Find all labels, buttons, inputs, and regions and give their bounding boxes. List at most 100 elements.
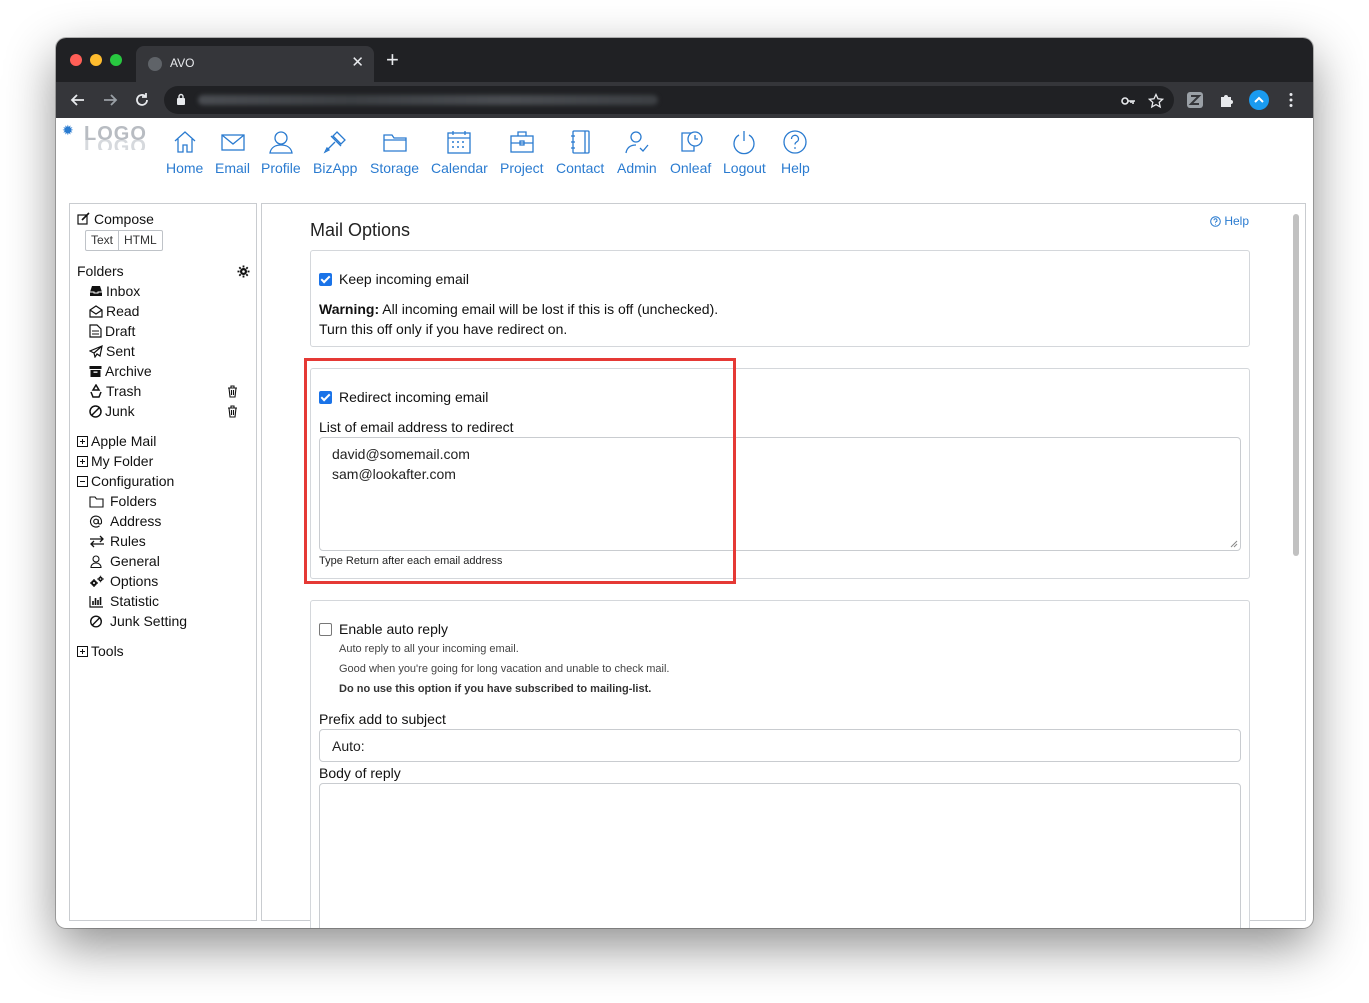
sent-icon (89, 344, 103, 358)
folder-settings-gear-icon[interactable] (237, 265, 250, 278)
auto-reply-card: Enable auto reply Auto reply to all your… (310, 600, 1250, 928)
mail-options-panel: Mail Options Help Keep incoming email Wa… (261, 203, 1306, 928)
keep-email-checkbox[interactable] (319, 272, 332, 286)
nav-onleaf-label: Onleaf (670, 160, 712, 176)
keep-email-row[interactable]: Keep incoming email (319, 271, 469, 287)
compose-link[interactable]: Compose (77, 211, 154, 227)
forward-button[interactable] (98, 88, 122, 114)
reload-button[interactable] (130, 88, 154, 114)
app-header: ✹ LOGO LOGO Home Email Profile BizApp St… (56, 118, 1313, 202)
extension-z-icon[interactable] (1186, 91, 1204, 109)
nav-logout[interactable]: Logout (723, 128, 766, 176)
key-icon[interactable] (1120, 92, 1136, 112)
prefix-input[interactable]: Auto: (319, 729, 1241, 762)
nav-logout-label: Logout (723, 160, 766, 176)
maximize-window-button[interactable] (110, 54, 122, 66)
nav-home-label: Home (166, 160, 204, 176)
folder-trash[interactable]: Trash (89, 383, 141, 399)
empty-junk-icon[interactable] (227, 405, 238, 418)
admin-icon (625, 131, 649, 154)
redirect-email-row[interactable]: Redirect incoming email (319, 389, 488, 405)
empty-trash-icon[interactable] (227, 385, 238, 398)
browser-window: AVO ✕ + ✹ LOGO Home Email Profile BizApp… (56, 38, 1313, 928)
scrollbar-thumb[interactable] (1293, 214, 1299, 556)
group-configuration-label: Configuration (91, 473, 175, 489)
folder-inbox[interactable]: Inbox (89, 283, 140, 299)
group-my-folder[interactable]: My Folder (77, 453, 153, 469)
folder-read[interactable]: Read (89, 303, 139, 319)
nav-contact[interactable]: Contact (556, 128, 604, 176)
keep-warning-bold: Warning: (319, 301, 380, 317)
nav-admin[interactable]: Admin (617, 128, 657, 176)
resize-grip-icon[interactable] (1230, 540, 1238, 548)
group-apple-mail[interactable]: Apple Mail (77, 433, 156, 449)
config-general[interactable]: General (89, 553, 160, 569)
redirect-hint: Type Return after each email address (319, 555, 503, 567)
back-arrow-icon (70, 94, 84, 106)
nav-calendar[interactable]: Calendar (431, 128, 488, 176)
auto-reply-checkbox[interactable] (319, 622, 332, 636)
back-button[interactable] (66, 88, 90, 114)
config-options[interactable]: Options (89, 573, 158, 589)
expand-plus-icon (77, 645, 88, 657)
group-configuration[interactable]: Configuration (77, 473, 174, 489)
bookmark-star-icon[interactable] (1147, 92, 1165, 112)
body-textarea[interactable] (319, 783, 1241, 928)
nav-onleaf[interactable]: Onleaf (670, 128, 711, 176)
nav-project[interactable]: Project (500, 128, 544, 176)
compose-label: Compose (94, 211, 154, 227)
compose-text-button[interactable]: Text (86, 231, 118, 250)
minimize-window-button[interactable] (90, 54, 102, 66)
config-options-label: Options (110, 573, 159, 589)
close-window-button[interactable] (70, 54, 82, 66)
profile-avatar-icon[interactable] (1249, 90, 1269, 110)
redirect-email-card: Redirect incoming email List of email ad… (310, 368, 1250, 579)
tab-close-icon[interactable]: ✕ (351, 54, 364, 72)
redirect-email-checkbox[interactable] (319, 390, 332, 404)
extensions-puzzle-icon[interactable] (1218, 91, 1236, 109)
config-folders-label: Folders (110, 493, 157, 509)
folder-sent[interactable]: Sent (89, 343, 135, 359)
folder-archive[interactable]: Archive (89, 363, 152, 379)
group-tools[interactable]: Tools (77, 643, 124, 659)
browser-toolbar (56, 82, 1313, 118)
nav-bizapp[interactable]: BizApp (313, 128, 357, 176)
auto-reply-desc-1: Auto reply to all your incoming email. (339, 643, 519, 655)
folder-junk[interactable]: Junk (89, 403, 135, 419)
contact-icon (571, 130, 590, 154)
config-rules[interactable]: Rules (89, 533, 146, 549)
compose-html-button[interactable]: HTML (118, 231, 162, 250)
menu-kebab-icon[interactable] (1282, 91, 1300, 109)
onleaf-icon (680, 131, 703, 152)
rules-icon (90, 535, 104, 547)
collapse-minus-icon (77, 475, 88, 487)
folder-draft[interactable]: Draft (89, 323, 135, 339)
group-my-folder-label: My Folder (91, 453, 154, 469)
url-text-blurred (198, 95, 658, 105)
trash-recycle-icon (90, 384, 102, 398)
nav-email[interactable]: Email (215, 128, 250, 176)
nav-help-label: Help (781, 160, 810, 176)
nav-profile[interactable]: Profile (261, 128, 301, 176)
redirect-list-textarea[interactable]: david@somemail.com sam@lookafter.com (319, 437, 1241, 551)
help-circle-icon (1210, 215, 1222, 227)
address-bar[interactable] (164, 86, 1174, 114)
auto-reply-desc-3: Do no use this option if you have subscr… (339, 683, 652, 695)
folder-icon (89, 495, 104, 508)
new-tab-button[interactable]: + (386, 48, 399, 72)
config-address[interactable]: Address (89, 513, 161, 529)
config-statistic-label: Statistic (110, 593, 160, 609)
config-folders[interactable]: Folders (89, 493, 157, 509)
mail-sidebar: Compose Text HTML Folders Inbox Read Dra… (69, 203, 257, 921)
help-link[interactable]: Help (1210, 214, 1249, 228)
config-statistic[interactable]: Statistic (89, 593, 159, 609)
keep-warning-text: All incoming email will be lost if this … (379, 301, 719, 317)
config-junk-setting[interactable]: Junk Setting (89, 613, 187, 629)
auto-reply-row[interactable]: Enable auto reply (319, 621, 448, 637)
nav-storage[interactable]: Storage (370, 128, 419, 176)
nav-storage-label: Storage (370, 160, 420, 176)
nav-help[interactable]: Help (781, 128, 810, 176)
prefix-label: Prefix add to subject (319, 711, 446, 727)
browser-tab[interactable]: AVO ✕ (136, 46, 374, 82)
nav-home[interactable]: Home (166, 128, 203, 176)
